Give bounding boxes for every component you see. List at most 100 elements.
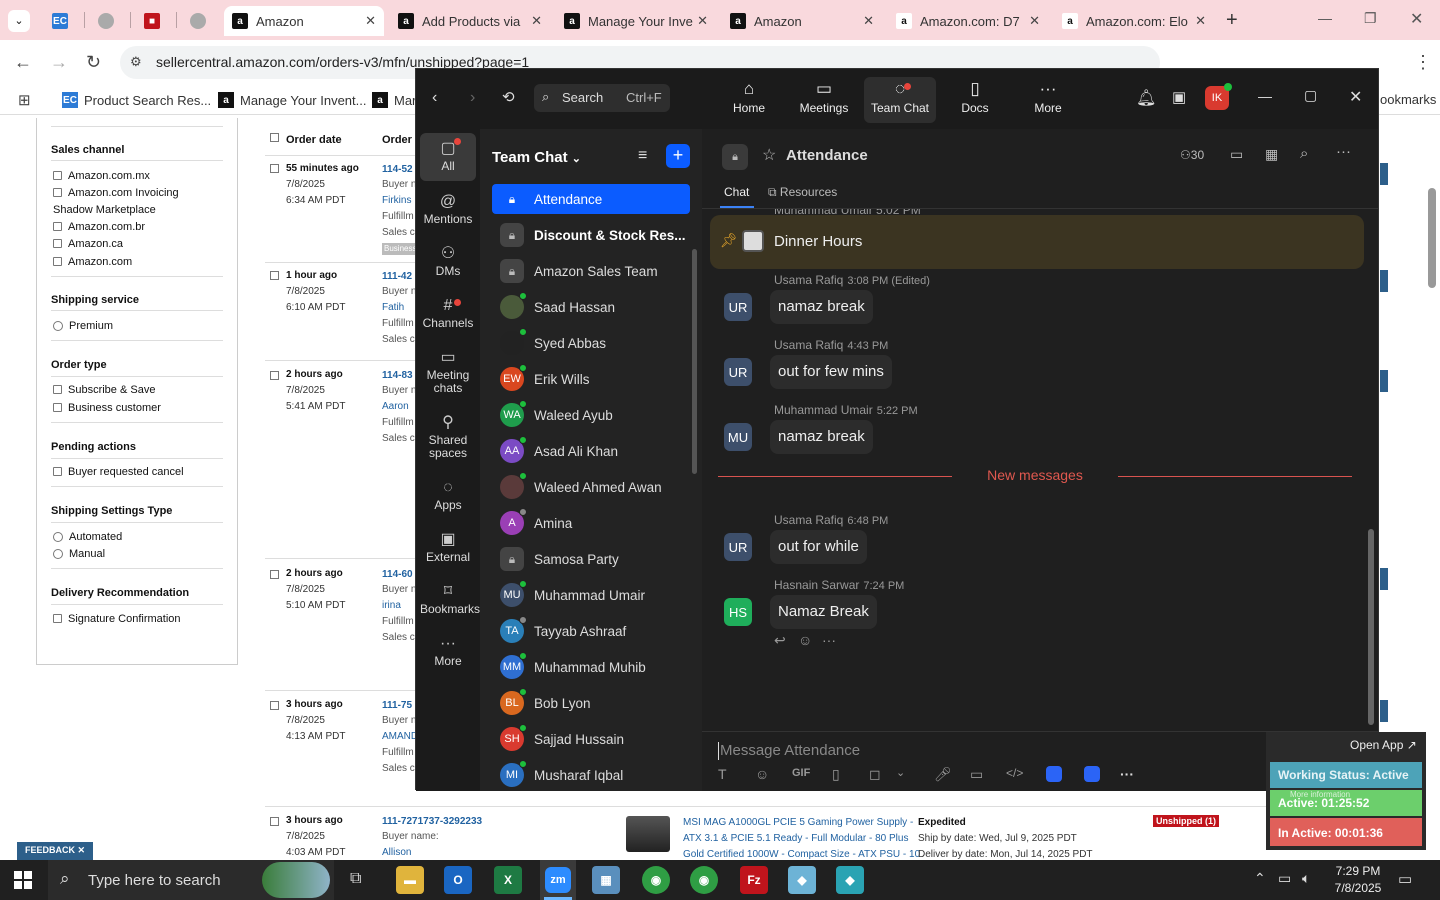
chat-list-item[interactable]: MM Muhammad Muhib (492, 652, 690, 682)
avatar[interactable]: MU (724, 423, 752, 451)
bookmark-manage-inventory[interactable]: a Manage Your Invent... (218, 92, 366, 108)
nav-home[interactable]: ⌂ Home (713, 77, 785, 123)
taskbar-search[interactable]: ⌕ Type here to search (48, 860, 334, 900)
nav-meetings[interactable]: ▭ Meetings (788, 77, 860, 123)
rail-mentions[interactable]: @ Mentions (420, 191, 476, 226)
filter-option[interactable]: Automated (53, 531, 122, 543)
chat-list-item[interactable]: WA Waleed Ayub (492, 400, 690, 430)
feedback-button[interactable]: FEEDBACK ✕ (17, 842, 94, 860)
star-icon[interactable]: ☆ (762, 145, 776, 165)
reload-icon[interactable]: ↻ (86, 52, 101, 73)
more-dots-icon[interactable]: ··· (822, 632, 836, 648)
tab-gray[interactable] (90, 6, 126, 36)
row-checkbox[interactable] (270, 701, 279, 710)
clock-time[interactable]: 7:29 PM (1322, 864, 1394, 878)
rail-shared-spaces[interactable]: ⚲ Shared spaces (420, 412, 476, 460)
rail-dms[interactable]: ⚇ DMs (420, 243, 476, 278)
checkbox[interactable] (53, 257, 62, 266)
chat-scrollbar[interactable] (1368, 529, 1374, 725)
code-icon[interactable]: </> (1006, 766, 1023, 780)
tab-amazon-active[interactable]: a Amazon ✕ (224, 6, 384, 36)
file-icon[interactable]: ▯ (832, 766, 840, 783)
chat-list-item[interactable]: BL Bob Lyon (492, 688, 690, 718)
close-icon[interactable]: ✕ (1349, 87, 1362, 107)
avatar[interactable]: IK (1205, 83, 1232, 110)
app-icon[interactable]: ◆ (788, 866, 816, 894)
gif-icon[interactable]: GIF (792, 767, 810, 779)
chat-list-item[interactable]: Syed Abbas (492, 328, 690, 358)
site-info-icon[interactable]: ⚙ (130, 54, 142, 70)
radio[interactable] (53, 549, 63, 559)
checkbox[interactable] (53, 239, 62, 248)
order-id-link[interactable]: 111-75 (382, 700, 412, 711)
app-blue-icon[interactable] (1046, 766, 1062, 782)
chrome-icon[interactable]: ◉ (642, 866, 670, 894)
action-button-peek[interactable] (1380, 270, 1388, 292)
back-icon[interactable]: ‹ (432, 89, 437, 107)
row-checkbox[interactable] (270, 271, 279, 280)
chat-list-item[interactable]: EW Erik Wills (492, 364, 690, 394)
filter-option[interactable]: Amazon.ca (53, 238, 123, 250)
sender-name[interactable]: Muhammad Umair (774, 403, 873, 417)
sender-name[interactable]: Usama Rafiq (774, 338, 843, 352)
reply-icon[interactable]: ↩ (774, 632, 786, 649)
message-bubble[interactable]: Namaz Break (770, 595, 877, 629)
order-id-link[interactable]: 114-60 (382, 569, 413, 580)
restore-icon[interactable]: ❐ (1364, 10, 1377, 27)
chat-list-item[interactable]: Saad Hassan (492, 292, 690, 322)
close-icon[interactable]: ✕ (863, 13, 874, 29)
checkbox[interactable] (53, 614, 62, 623)
close-icon[interactable]: ✕ (697, 13, 708, 29)
filezilla-icon[interactable]: Fz (740, 866, 768, 894)
avatar[interactable]: UR (724, 293, 752, 321)
tab-amazon-d7[interactable]: a Amazon.com: D7 ✕ (888, 6, 1048, 36)
checkbox[interactable] (53, 385, 62, 394)
order-id-link[interactable]: 111-7271737-3292233 (382, 816, 482, 827)
avatar[interactable]: UR (724, 533, 752, 561)
chevron-up-icon[interactable]: ⌃ (1254, 870, 1266, 887)
checkbox[interactable] (53, 467, 62, 476)
order-id-link[interactable]: 114-52 (382, 164, 413, 175)
filter-icon[interactable]: ≡ (638, 147, 647, 165)
radio[interactable] (53, 321, 63, 331)
chat-list-item[interactable]: 🔒︎ Amazon Sales Team (492, 256, 690, 286)
product-thumbnail[interactable] (626, 816, 670, 852)
sender-name[interactable]: Usama Rafiq (774, 273, 843, 287)
row-checkbox[interactable] (270, 570, 279, 579)
filter-option[interactable]: Manual (53, 548, 105, 560)
back-arrow-icon[interactable]: ← (14, 52, 32, 73)
page-scrollbar[interactable] (1428, 188, 1436, 288)
close-icon[interactable]: ✕ (1029, 13, 1040, 29)
rail-apps[interactable]: ◌ Apps (420, 477, 476, 512)
radio[interactable] (53, 532, 63, 542)
row-checkbox[interactable] (270, 164, 279, 173)
rail-all[interactable]: ▢ All (420, 133, 476, 181)
chat-list-item[interactable]: 🔒︎ Samosa Party (492, 544, 690, 574)
sender-name[interactable]: Usama Rafiq (774, 513, 843, 527)
screenshot-icon[interactable]: ◻ (869, 766, 881, 783)
bookmark-mar[interactable]: a Mar (372, 92, 416, 108)
action-button-peek[interactable] (1380, 700, 1388, 722)
rail-bookmarks[interactable]: ⌑ Bookmarks (420, 581, 480, 616)
task-view-icon[interactable]: ⧉ (350, 870, 361, 888)
compose-plus-button[interactable]: + (666, 144, 690, 168)
checkbox[interactable] (53, 403, 62, 412)
rail-external[interactable]: ▣ External (420, 529, 476, 564)
tab-ec[interactable]: EC (44, 6, 80, 36)
rail-meeting-chats[interactable]: ▭ Meeting chats (420, 347, 476, 395)
bell-icon[interactable]: 🔔︎ (1136, 88, 1156, 108)
message-bubble[interactable]: out for while (770, 530, 867, 564)
tab-chat[interactable]: Chat (724, 185, 749, 199)
history-clock-icon[interactable]: ⟲ (502, 88, 515, 106)
order-id-link[interactable]: 111-42 (382, 271, 412, 282)
forward-icon[interactable]: › (470, 89, 475, 107)
checkbox[interactable] (53, 188, 62, 197)
tab-manage-inventory[interactable]: a Manage Your Inve ✕ (556, 6, 716, 36)
pinned-message[interactable]: 📌︎ Dinner Hours (710, 215, 1364, 269)
tab-gray-2[interactable] (182, 6, 218, 36)
avatar[interactable]: UR (724, 358, 752, 386)
chat-list-item[interactable]: TA Tayyab Ashraaf (492, 616, 690, 646)
rail-channels[interactable]: # Channels (420, 295, 476, 330)
video-clip-icon[interactable]: ▭ (970, 766, 983, 783)
chat-list-item[interactable]: MI Musharaf Iqbal (492, 760, 690, 790)
